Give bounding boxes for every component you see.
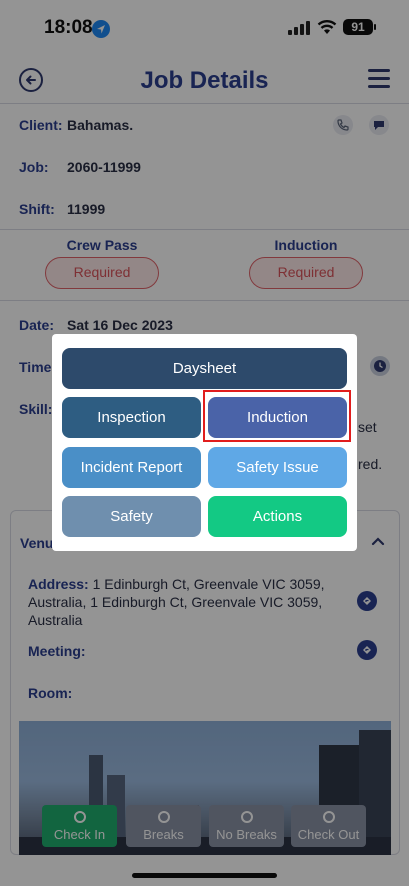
job-actions-modal: Daysheet Inspection Induction Incident R…	[52, 334, 357, 551]
inspection-button[interactable]: Inspection	[62, 397, 201, 438]
induction-highlight-box	[203, 390, 351, 442]
safety-issue-button[interactable]: Safety Issue	[208, 447, 347, 488]
actions-button[interactable]: Actions	[208, 496, 347, 537]
safety-button[interactable]: Safety	[62, 496, 201, 537]
daysheet-button[interactable]: Daysheet	[62, 348, 347, 389]
incident-report-button[interactable]: Incident Report	[62, 447, 201, 488]
